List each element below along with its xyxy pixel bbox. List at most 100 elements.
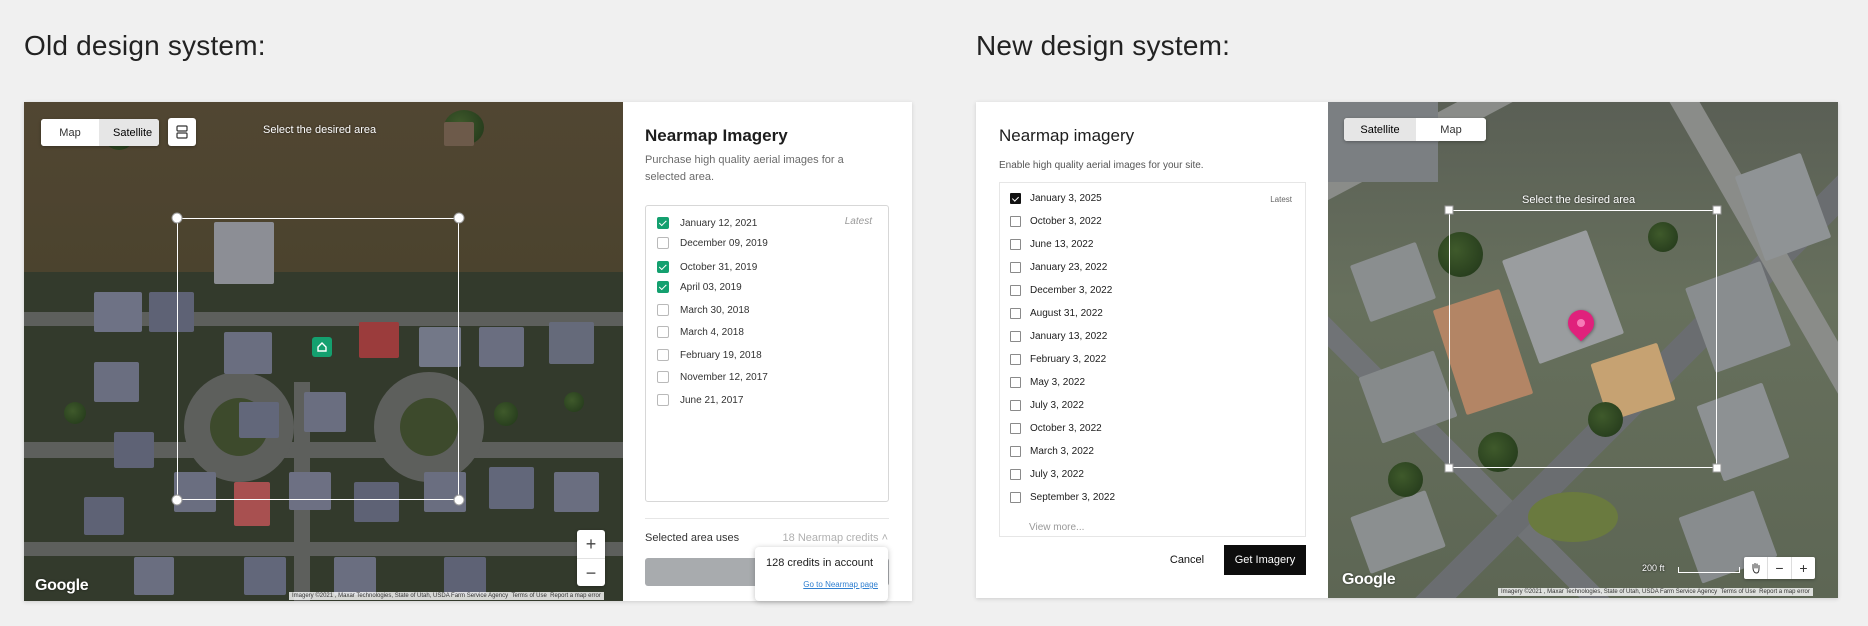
credits-dropdown[interactable]: 18 Nearmap credits ˄: [783, 532, 888, 544]
cancel-button[interactable]: Cancel: [1159, 545, 1215, 575]
date-option[interactable]: August 31, 2022: [1010, 308, 1103, 319]
checkbox[interactable]: [1010, 423, 1021, 434]
selection-handle[interactable]: [171, 494, 183, 506]
map-type-map-button[interactable]: Map: [1416, 118, 1486, 141]
map-type-satellite-button[interactable]: Satellite: [99, 119, 159, 146]
date-option[interactable]: July 3, 2022: [1010, 469, 1084, 480]
checkbox[interactable]: [1010, 239, 1021, 250]
map-type-map-button[interactable]: Map: [41, 119, 99, 146]
selection-area[interactable]: [177, 218, 459, 500]
checkbox[interactable]: [1010, 331, 1021, 342]
checkbox[interactable]: [1010, 492, 1021, 503]
old-satellite-map[interactable]: Map Satellite Select the desired area + …: [24, 102, 623, 601]
date-option[interactable]: July 3, 2022: [1010, 400, 1084, 411]
date-option[interactable]: October 3, 2022: [1010, 423, 1102, 434]
date-option[interactable]: January 3, 2025: [1010, 193, 1102, 204]
selection-handle[interactable]: [453, 494, 465, 506]
date-option[interactable]: March 30, 2018: [657, 304, 750, 316]
new-satellite-map[interactable]: Select the desired area Satellite Map Go…: [1328, 102, 1838, 598]
zoom-out-button[interactable]: −: [1767, 557, 1791, 579]
checkbox[interactable]: [1010, 262, 1021, 273]
date-option[interactable]: February 19, 2018: [657, 349, 762, 361]
selection-handle[interactable]: [1444, 205, 1454, 215]
date-option[interactable]: March 4, 2018: [657, 326, 744, 338]
date-option[interactable]: June 13, 2022: [1010, 239, 1093, 250]
date-option[interactable]: October 31, 2019: [657, 261, 757, 273]
map-type-satellite-button[interactable]: Satellite: [1344, 118, 1416, 141]
date-label: July 3, 2022: [1030, 469, 1084, 480]
date-option[interactable]: February 3, 2022: [1010, 354, 1106, 365]
date-option[interactable]: December 3, 2022: [1010, 285, 1112, 296]
zoom-in-button[interactable]: +: [577, 530, 605, 558]
date-option[interactable]: September 3, 2022: [1010, 492, 1115, 503]
google-logo: Google: [35, 577, 89, 594]
zoom-out-button[interactable]: −: [577, 558, 605, 587]
panel-title: Nearmap Imagery: [645, 126, 788, 145]
date-label: June 21, 2017: [680, 394, 744, 406]
date-label: May 3, 2022: [1030, 377, 1086, 388]
checkbox[interactable]: [1010, 446, 1021, 457]
checkbox[interactable]: [657, 281, 669, 293]
selection-handle[interactable]: [171, 212, 183, 224]
checkbox[interactable]: [657, 349, 669, 361]
selection-area[interactable]: [1449, 210, 1717, 468]
checkbox[interactable]: [1010, 400, 1021, 411]
date-option[interactable]: January 23, 2022: [1010, 262, 1107, 273]
date-option[interactable]: January 13, 2022: [1010, 331, 1107, 342]
checkbox[interactable]: [657, 261, 669, 273]
date-option[interactable]: March 3, 2022: [1010, 446, 1094, 457]
zoom-control: − +: [1744, 557, 1815, 579]
attribution-text: Imagery ©2021 , Maxar Technologies, Stat…: [1501, 589, 1718, 595]
report-link[interactable]: Report a map error: [1759, 589, 1810, 595]
date-option[interactable]: October 3, 2022: [1010, 216, 1102, 227]
date-option[interactable]: December 09, 2019: [657, 237, 768, 249]
layers-icon: [176, 125, 188, 139]
credits-tooltip: 128 credits in account Go to Nearmap pag…: [755, 547, 888, 601]
terms-link[interactable]: Terms of Use: [1720, 589, 1755, 595]
zoom-in-button[interactable]: +: [1791, 557, 1815, 579]
date-option[interactable]: January 12, 2021: [657, 217, 757, 229]
date-label: March 4, 2018: [680, 326, 744, 338]
pan-hand-button[interactable]: [1744, 557, 1767, 579]
map-attribution: Imagery ©2021 , Maxar Technologies, Stat…: [289, 592, 604, 600]
checkbox[interactable]: [1010, 216, 1021, 227]
selection-handle[interactable]: [1444, 463, 1454, 473]
new-imagery-panel: Nearmap imagery Enable high quality aeri…: [976, 102, 1328, 598]
date-option[interactable]: May 3, 2022: [1010, 377, 1085, 388]
google-logo: Google: [1342, 571, 1396, 588]
date-label: January 13, 2022: [1030, 331, 1108, 342]
checkbox[interactable]: [657, 237, 669, 249]
attribution-text: Imagery ©2021 , Maxar Technologies, Stat…: [292, 593, 509, 599]
selection-handle[interactable]: [1712, 205, 1722, 215]
selection-handle[interactable]: [1712, 463, 1722, 473]
nearmap-link[interactable]: Go to Nearmap page: [803, 580, 878, 589]
date-label: October 31, 2019: [680, 261, 758, 273]
old-imagery-panel: Nearmap Imagery Purchase high quality ae…: [623, 102, 912, 601]
checkbox[interactable]: [1010, 193, 1021, 204]
checkbox[interactable]: [657, 371, 669, 383]
old-design-title: Old design system:: [24, 30, 266, 61]
checkbox[interactable]: [657, 394, 669, 406]
report-link[interactable]: Report a map error: [550, 593, 601, 599]
latest-label: Latest: [1270, 195, 1292, 204]
selection-handle[interactable]: [453, 212, 465, 224]
date-option[interactable]: June 21, 2017: [657, 394, 743, 406]
checkbox[interactable]: [657, 304, 669, 316]
layers-button[interactable]: [168, 118, 196, 146]
checkbox[interactable]: [1010, 285, 1021, 296]
checkbox[interactable]: [657, 217, 669, 229]
scale-label: 200 ft: [1642, 563, 1665, 573]
checkbox[interactable]: [1010, 377, 1021, 388]
checkbox[interactable]: [1010, 354, 1021, 365]
view-more-link[interactable]: View more...: [1029, 522, 1084, 533]
date-option[interactable]: November 12, 2017: [657, 371, 768, 383]
date-label: July 3, 2022: [1030, 400, 1084, 411]
terms-link[interactable]: Terms of Use: [511, 593, 546, 599]
date-option[interactable]: April 03, 2019: [657, 281, 742, 293]
checkbox[interactable]: [1010, 469, 1021, 480]
checkbox[interactable]: [657, 326, 669, 338]
get-imagery-button[interactable]: Get Imagery: [1224, 545, 1306, 575]
selected-area-label: Selected area uses: [645, 532, 740, 544]
date-label: January 3, 2025: [1030, 193, 1102, 204]
checkbox[interactable]: [1010, 308, 1021, 319]
